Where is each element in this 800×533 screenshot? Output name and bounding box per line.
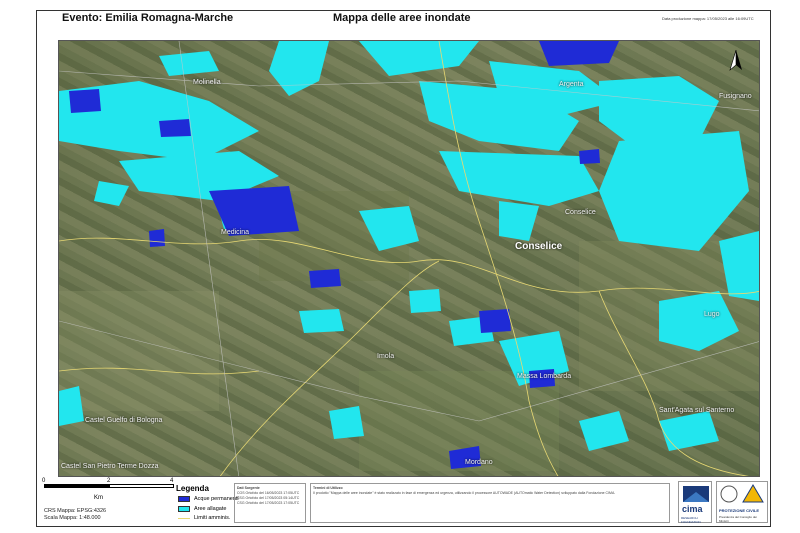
place-castel-san-pietro: Castel San Pietro Terme Dozza	[61, 463, 159, 470]
pc-logo-text: PROTEZIONE CIVILE	[719, 508, 760, 513]
cima-logo: cima RESEARCH FOUNDATION	[678, 481, 712, 524]
legend-swatch-admin-limits	[178, 517, 190, 519]
scale-bar-seg-2	[109, 484, 174, 488]
place-massa-lombarda: Massa Lombarda	[517, 373, 572, 380]
legend-item-permanent-water: Acque permanenti	[178, 496, 239, 502]
legend-title: Legenda	[176, 484, 209, 493]
place-castel-guelfo: Castel Guelfo di Bologna	[85, 417, 163, 424]
place-mordano: Mordano	[465, 459, 493, 466]
legend-swatch-permanent-water	[178, 496, 190, 502]
crs-info: CRS Mappa: EPSG:4326 Scala Mappa: 1:48.0…	[44, 508, 106, 522]
data-source-box: Dati Sorgente COS Ortofoto del 16/05/202…	[234, 483, 306, 523]
place-molinella: Molinella	[193, 79, 221, 86]
place-santagata: Sant'Agata sul Santerno	[659, 407, 735, 414]
protezione-civile-logo: PROTEZIONE CIVILE Presidenza del Consigl…	[716, 481, 768, 523]
scale-unit: Km	[94, 495, 103, 501]
scale-tick-2: 2	[107, 478, 111, 484]
scale-text: Scala Mappa: 1:48.000	[44, 515, 101, 521]
map-canvas[interactable]: Molinella Argenta Medicina Conselice Con…	[58, 40, 760, 477]
place-conselice: Conselice	[515, 241, 563, 252]
place-lugo: Lugo	[704, 311, 720, 318]
legend-swatch-flooded	[178, 506, 190, 512]
flood-overlay	[59, 41, 759, 476]
scale-tick-0: 0	[42, 478, 46, 484]
scale-bar	[44, 484, 174, 489]
cima-logo-text: cima	[682, 504, 703, 514]
disclaimer-box: Termini di Utilizzo Il prodotto "Mappa d…	[310, 483, 670, 523]
place-medicina: Medicina	[221, 229, 250, 236]
legend-label: Limiti amminis.	[194, 515, 231, 521]
data-source-line: CSG Ortofoto del 17/05/2023 17:05UTC	[237, 501, 300, 505]
cima-logo-sub: RESEARCH FOUNDATION	[681, 516, 701, 524]
place-argenta: Argenta	[559, 81, 584, 88]
scale-tick-4: 4	[170, 478, 174, 484]
north-arrow-icon	[729, 50, 742, 71]
crs-text: CRS Mappa: EPSG:4326	[44, 508, 107, 514]
legend-item-admin-limits: Limiti amminis.	[178, 515, 230, 521]
map-title: Mappa delle aree inondate	[333, 12, 471, 24]
legend-item-flooded: Aree allagate	[178, 506, 226, 512]
event-title: Evento: Emilia Romagna-Marche	[62, 12, 234, 24]
pc-logo-sub: Presidenza del Consiglio dei Ministri	[719, 515, 757, 523]
place-imola: Imola	[377, 353, 395, 360]
protezione-civile-icon	[720, 484, 764, 503]
disclaimer-text: Il prodotto "Mappa delle aree inondate" …	[313, 491, 616, 495]
legend-label: Acque permanenti	[194, 496, 239, 502]
scale-bar-seg-1	[44, 484, 109, 488]
place-conselice-small: Conselice	[565, 209, 596, 216]
legend-label: Aree allagate	[194, 506, 227, 512]
place-fusignano: Fusignano	[719, 93, 752, 100]
production-date: Data produzione mappa: 17/05/2023 alle 1…	[662, 16, 754, 21]
